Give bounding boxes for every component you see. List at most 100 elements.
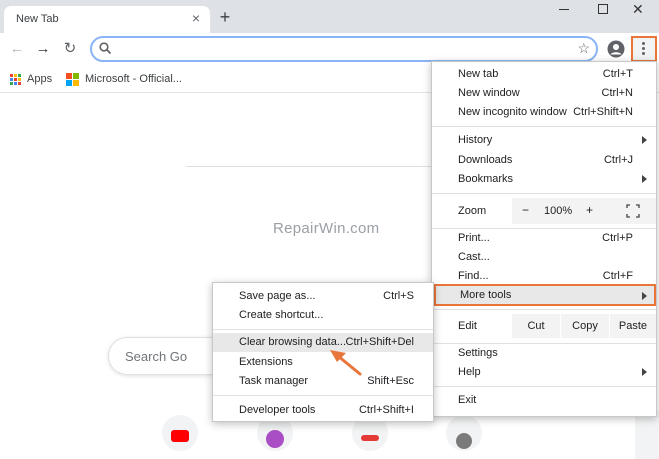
menu-label: More tools	[460, 289, 512, 301]
menu-item-downloads[interactable]: Downloads Ctrl+J	[432, 151, 656, 170]
menu-label: Cast...	[458, 251, 490, 263]
submenu-arrow-icon	[642, 292, 647, 300]
zoom-out-button[interactable]: −	[522, 203, 529, 217]
watermark: RepairWin.com	[273, 220, 380, 237]
menu-item-history[interactable]: History	[432, 131, 656, 150]
more-tools-submenu: Save page as... Ctrl+S Create shortcut..…	[212, 282, 434, 422]
menu-label: Settings	[458, 347, 498, 359]
bookmark-apps[interactable]: Apps	[10, 72, 52, 86]
menu-label: Developer tools	[239, 404, 316, 416]
menu-shortcut: Shift+Esc	[367, 375, 414, 387]
menu-zoom-row: Zoom − 100% +	[432, 198, 656, 224]
bookmark-microsoft[interactable]: Microsoft - Official...	[66, 72, 182, 86]
menu-label: Find...	[458, 270, 489, 282]
menu-label: History	[458, 134, 493, 146]
paste-button[interactable]: Paste	[610, 314, 656, 338]
submenu-item-create-shortcut[interactable]: Create shortcut...	[213, 306, 433, 325]
bookmark-label: Microsoft - Official...	[85, 73, 182, 85]
site-icon	[266, 430, 284, 448]
zoom-control: − 100% +	[512, 198, 656, 224]
menu-label: Task manager	[239, 375, 309, 387]
menu-item-print[interactable]: Print... Ctrl+P	[432, 229, 656, 248]
menu-shortcut: Ctrl+J	[603, 154, 633, 166]
more-vert-icon	[642, 42, 646, 57]
search-placeholder: Search Go	[125, 349, 188, 364]
menu-label: Save page as...	[239, 290, 316, 302]
profile-icon[interactable]	[607, 40, 625, 58]
menu-label: Zoom	[458, 205, 487, 217]
menu-item-more-tools[interactable]: More tools	[434, 284, 656, 306]
apps-grid-icon	[10, 73, 21, 85]
menu-item-bookmarks[interactable]: Bookmarks	[432, 170, 656, 189]
menu-separator	[432, 126, 656, 127]
site-icon	[456, 433, 472, 449]
menu-label: New window	[458, 87, 520, 99]
submenu-item-clear-browsing-data[interactable]: Clear browsing data... Ctrl+Shift+Del	[213, 333, 433, 352]
chrome-menu-button[interactable]	[631, 36, 657, 62]
menu-label: New incognito window	[458, 106, 567, 118]
submenu-item-extensions[interactable]: Extensions	[213, 353, 433, 372]
tab-title: New Tab	[16, 13, 59, 25]
menu-item-cast[interactable]: Cast...	[432, 248, 656, 267]
submenu-arrow-icon	[642, 368, 647, 376]
fullscreen-icon[interactable]	[626, 204, 640, 218]
bookmark-label: Apps	[27, 73, 53, 85]
submenu-item-save-page[interactable]: Save page as... Ctrl+S	[213, 287, 433, 306]
divider	[186, 166, 432, 167]
menu-label: Clear browsing data...	[239, 336, 346, 348]
new-tab-button[interactable]: +	[215, 7, 235, 27]
submenu-arrow-icon	[642, 136, 647, 144]
close-icon[interactable]: ×	[187, 9, 205, 27]
window-close-icon: ✕	[632, 1, 644, 17]
submenu-arrow-icon	[642, 175, 647, 183]
menu-shortcut: Ctrl+F	[602, 270, 633, 282]
menu-item-exit[interactable]: Exit	[432, 391, 656, 410]
address-bar[interactable]: ☆	[90, 36, 598, 62]
menu-item-new-window[interactable]: New window Ctrl+N	[432, 84, 656, 103]
cut-button[interactable]: Cut	[512, 314, 560, 338]
scrollbar[interactable]	[635, 411, 659, 459]
chrome-main-menu: New tab Ctrl+T New window Ctrl+N New inc…	[431, 61, 657, 417]
menu-label: Downloads	[458, 154, 513, 166]
tab-new-tab[interactable]: New Tab ×	[4, 6, 210, 33]
menu-item-help[interactable]: Help	[432, 363, 656, 382]
menu-shortcut: Ctrl+T	[602, 68, 633, 80]
maximize-button[interactable]	[584, 0, 624, 20]
title-bar: New Tab × + ✕	[0, 0, 659, 33]
copy-button[interactable]: Copy	[561, 314, 609, 338]
submenu-item-developer-tools[interactable]: Developer tools Ctrl+Shift+I	[213, 401, 433, 420]
menu-label: Help	[458, 366, 481, 378]
menu-shortcut: Ctrl+Shift+I	[358, 404, 414, 416]
youtube-icon	[171, 430, 189, 442]
shortcut-tile-youtube[interactable]	[162, 415, 198, 451]
menu-label: New tab	[458, 68, 499, 80]
menu-separator	[432, 193, 656, 194]
submenu-item-task-manager[interactable]: Task manager Shift+Esc	[213, 372, 433, 391]
menu-separator	[213, 329, 433, 330]
menu-label: Create shortcut...	[239, 309, 324, 321]
reload-button[interactable]: ↻	[59, 38, 81, 60]
menu-shortcut: Ctrl+Shift+N	[573, 106, 633, 118]
menu-item-new-tab[interactable]: New tab Ctrl+T	[432, 65, 656, 84]
minimize-button[interactable]	[544, 0, 584, 20]
menu-shortcut: Ctrl+Shift+Del	[345, 336, 414, 348]
menu-separator	[213, 395, 433, 396]
menu-shortcut: Ctrl+S	[383, 290, 414, 302]
annotation-arrow-icon	[330, 350, 362, 376]
microsoft-logo-icon	[66, 72, 79, 86]
bookmark-star-icon[interactable]: ☆	[577, 40, 590, 57]
forward-button[interactable]: →	[32, 38, 54, 60]
menu-label: Exit	[458, 394, 477, 406]
menu-shortcut: Ctrl+N	[601, 87, 633, 99]
menu-item-new-incognito-window[interactable]: New incognito window Ctrl+Shift+N	[432, 103, 656, 122]
window-close-button[interactable]: ✕	[619, 0, 659, 20]
google-search-box[interactable]: Search Go	[108, 337, 218, 375]
menu-label: Bookmarks	[458, 173, 514, 185]
shortcut-tile[interactable]	[446, 415, 482, 451]
zoom-level: 100%	[544, 205, 573, 217]
menu-label: Extensions	[239, 356, 293, 368]
menu-label: Edit	[458, 320, 477, 332]
back-button[interactable]: ←	[6, 38, 28, 60]
menu-item-settings[interactable]: Settings	[432, 344, 656, 363]
zoom-in-button[interactable]: +	[586, 203, 593, 217]
